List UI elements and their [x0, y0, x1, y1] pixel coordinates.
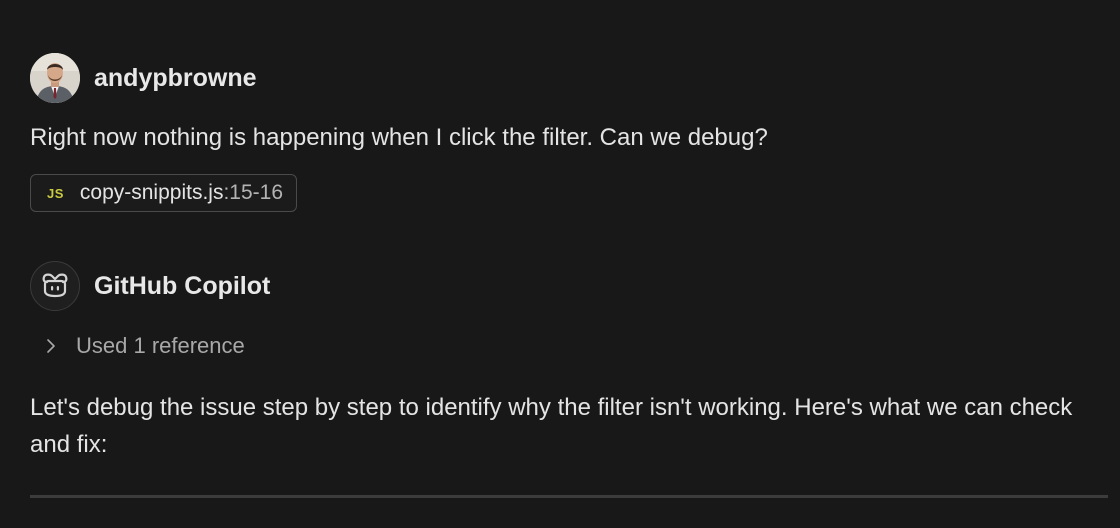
divider [30, 495, 1108, 498]
assistant-author-name: GitHub Copilot [94, 271, 271, 300]
user-avatar[interactable] [30, 53, 80, 103]
copilot-avatar[interactable] [30, 261, 80, 311]
copilot-icon [42, 273, 68, 298]
assistant-message-text: Let's debug the issue step by step to id… [30, 394, 1073, 458]
file-reference-chip[interactable]: JS copy-snippits.js:15-16 [30, 174, 298, 212]
user-author-name: andypbrowne [94, 63, 257, 92]
user-message-header: andypbrowne [30, 53, 257, 103]
references-toggle[interactable]: Used 1 reference [42, 333, 245, 359]
user-message-text: Right now nothing is happening when I cl… [30, 124, 768, 151]
chat-panel: andypbrowne Right now nothing is happeni… [0, 0, 1120, 528]
js-file-icon: JS [47, 185, 64, 201]
assistant-message-header: GitHub Copilot [30, 261, 270, 311]
file-reference-name: copy-snippits.js [79, 181, 224, 204]
chevron-right-icon [47, 339, 55, 353]
file-reference-range: :15-16 [223, 181, 284, 204]
references-label: Used 1 reference [76, 333, 245, 358]
user-photo [30, 53, 80, 103]
